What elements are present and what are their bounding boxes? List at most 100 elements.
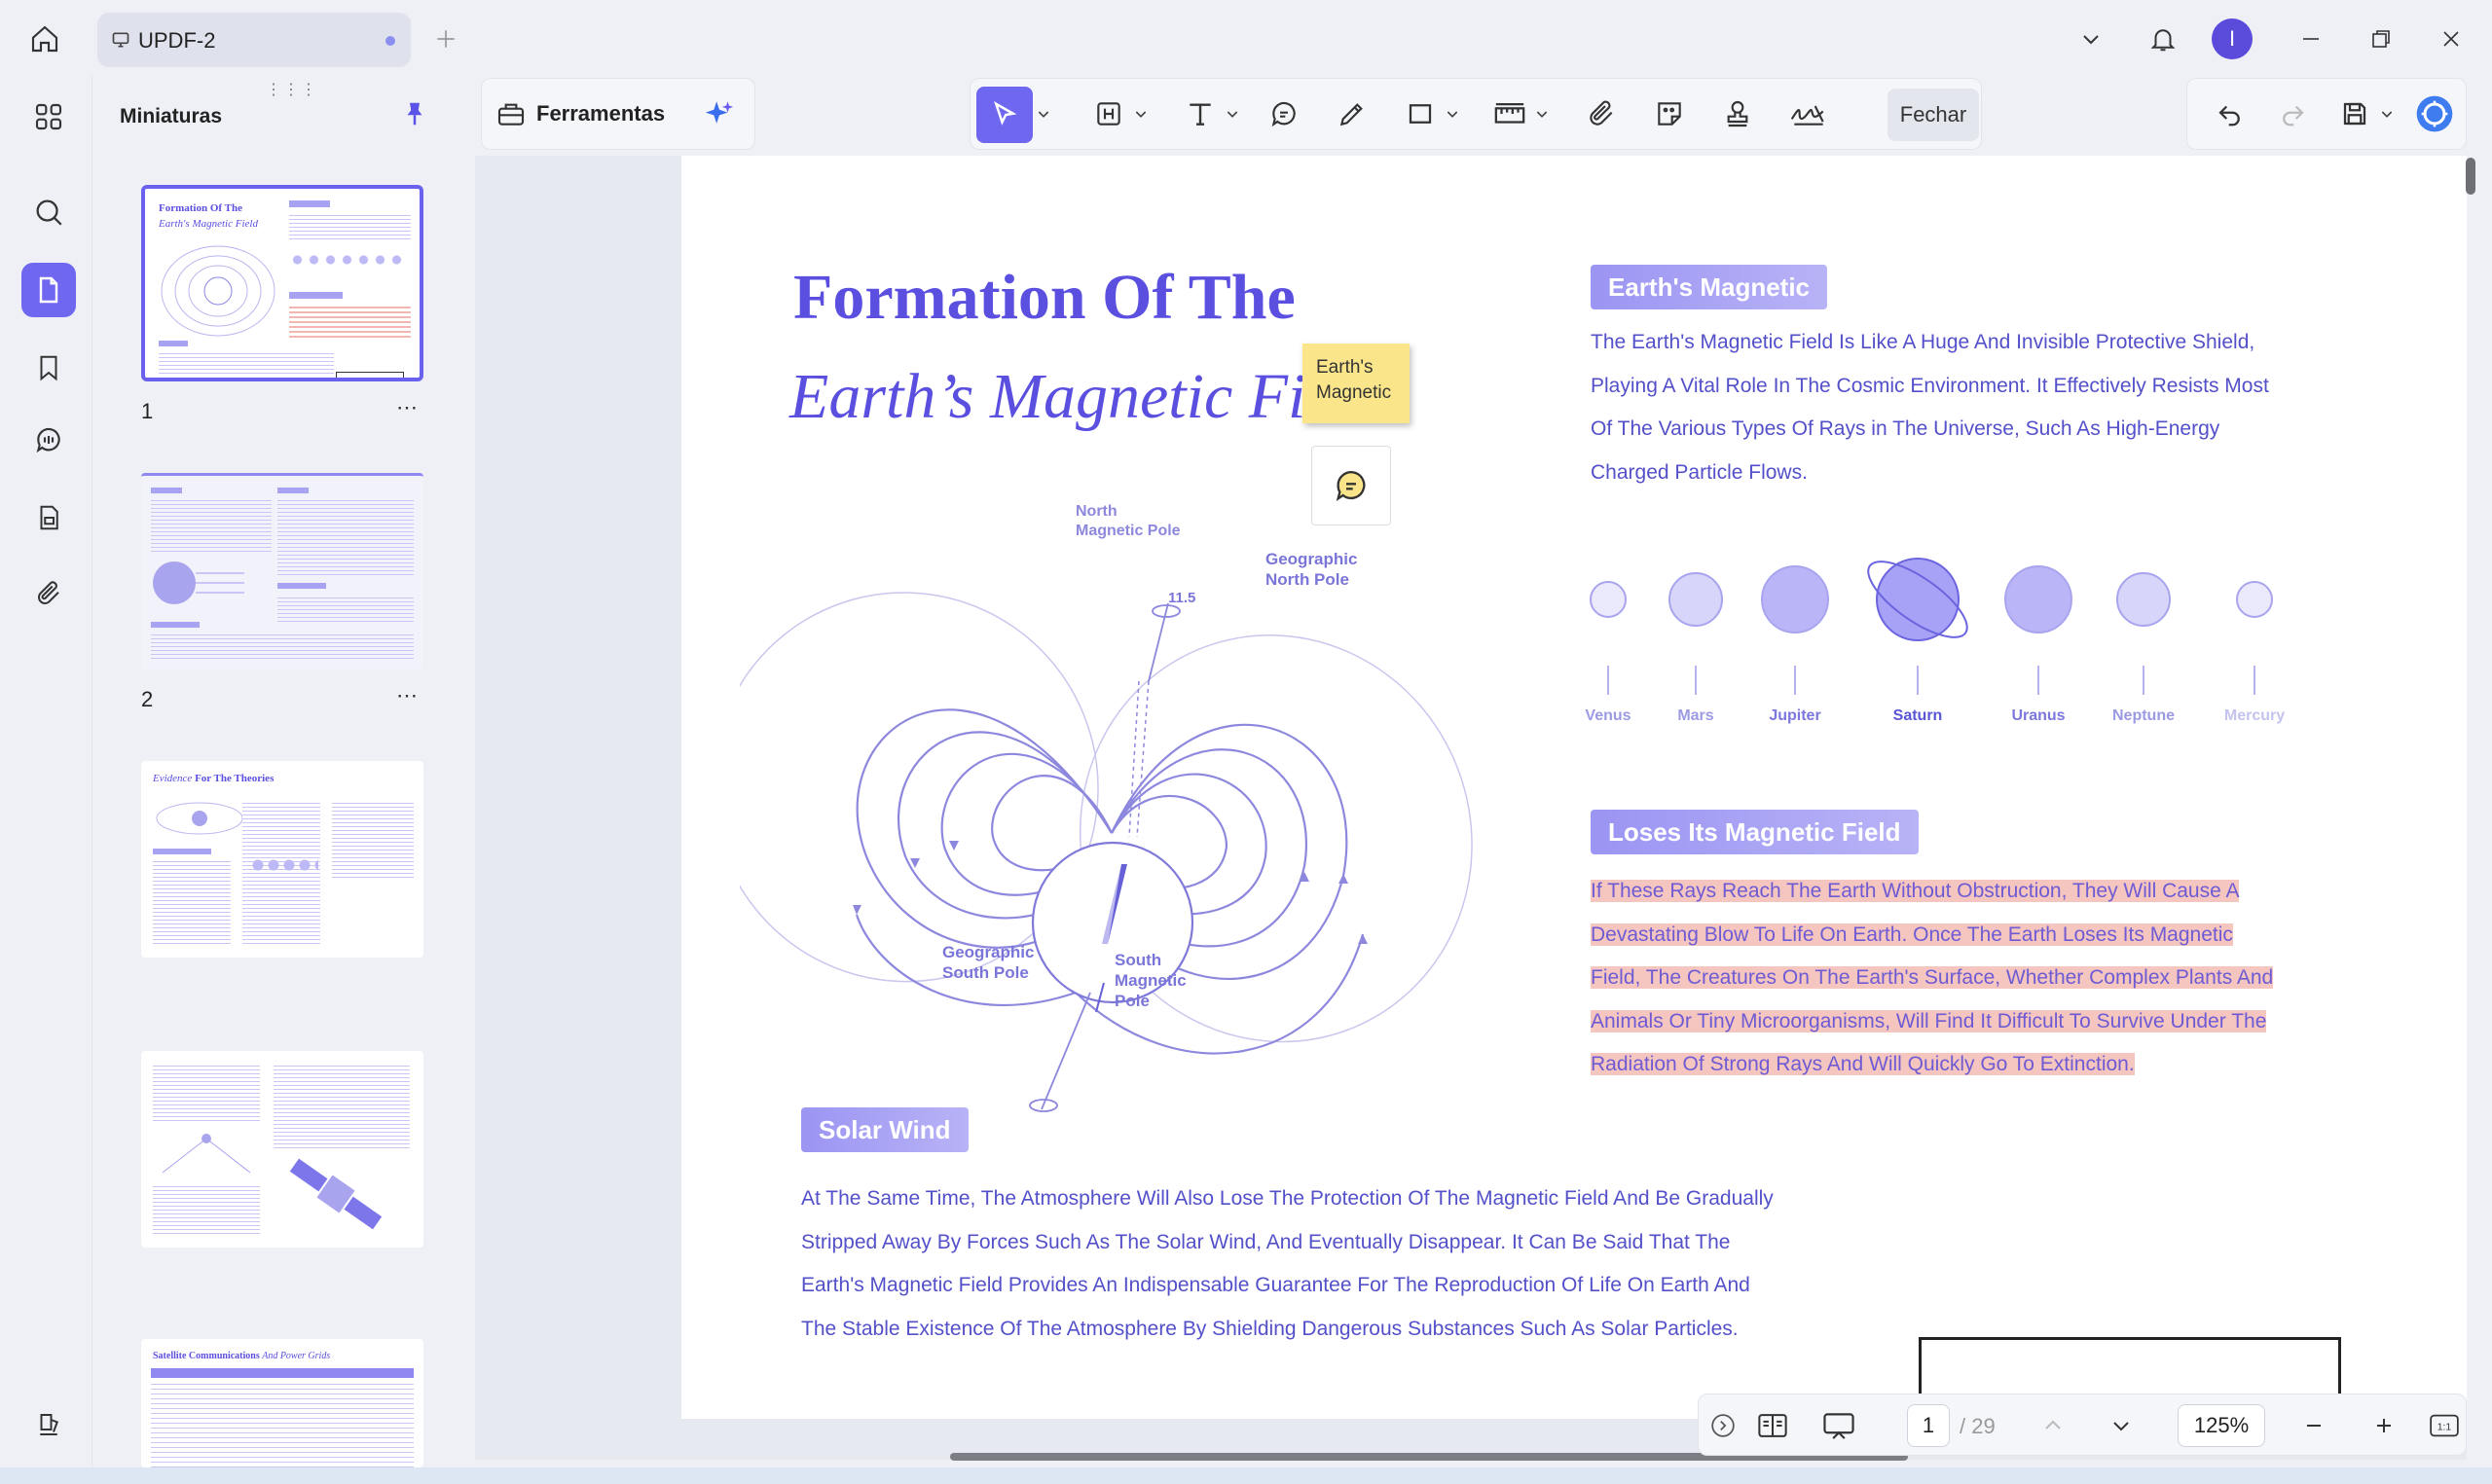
actual-size-icon[interactable]: 1:1 [2425,1406,2464,1445]
presentation-icon[interactable] [1817,1406,1860,1445]
thumb-text [151,497,272,552]
thumb-tag [151,622,200,628]
drag-handle[interactable]: ⋮⋮⋮ [266,80,318,99]
thumb-text [153,1063,260,1121]
thumbnail-page-1[interactable]: Formation Of The Earth's Magnetic Field [141,185,423,381]
comment-list-icon[interactable] [21,413,76,467]
planet-label-mars: Mars [1677,707,1714,724]
pages-icon[interactable] [21,263,76,317]
planet-label-neptune: Neptune [2112,707,2175,724]
next-page-icon[interactable] [2102,1406,2141,1445]
thumbnail-page-3[interactable]: Evidence For The Theories [141,761,423,958]
label-angle: 11.5 [1168,590,1196,606]
highlight-tool-icon[interactable] [1087,92,1130,135]
thumbnail-page-2[interactable] [141,473,423,670]
measure-tool-icon[interactable] [1488,92,1531,135]
magnetic-field-diagram [740,592,1473,1112]
apps-icon[interactable] [21,90,76,144]
close-window-icon[interactable] [2434,21,2469,56]
chevron-down-icon[interactable] [2376,92,2398,135]
attach-file-icon[interactable] [1580,92,1623,135]
tools-button[interactable]: Ferramentas [495,92,680,135]
thumb-diagram [153,561,244,604]
thumbnail-page-5[interactable]: Satellite Communications And Power Grids [141,1339,423,1467]
thumb-text [277,497,414,575]
thumb-table-header [151,1368,414,1378]
thumb-planets [289,253,406,267]
text-tool-icon[interactable] [1179,92,1222,135]
thumb-text [242,800,320,946]
chevron-down-icon[interactable] [1130,92,1152,135]
pdf-page[interactable]: Formation Of The Earth’s Magnetic Field [681,156,2467,1454]
stamp-icon[interactable] [1716,92,1759,135]
thumb-title: Satellite Communications And Power Grids [153,1351,331,1361]
thumb-more-icon[interactable]: ⋯ [396,683,419,708]
bookmark-icon[interactable] [21,341,76,395]
redo-icon[interactable] [2271,92,2314,135]
sticky-note[interactable]: Earth's Magnetic [1302,344,1410,423]
thumb-text [151,632,414,661]
attachment-icon[interactable] [21,566,76,621]
chevron-down-icon[interactable] [1222,92,1243,135]
zoom-level[interactable]: 125% [2178,1404,2265,1447]
label-geographic-north-pole: Geographic North Pole [1265,550,1358,589]
thumb-title: Formation Of The [159,202,242,214]
thumb-highlight [289,304,411,339]
thumbnails-panel: ⋮⋮⋮ Miniaturas Formation Of The Earth's … [92,76,473,1467]
thumb-tag [289,200,330,207]
rectangle-tool-icon[interactable] [1399,92,1442,135]
tools-group: Ferramentas [481,78,755,150]
save-icon[interactable] [2333,92,2376,135]
previous-page-icon[interactable] [2034,1406,2072,1445]
page-layout-icon[interactable] [1751,1406,1794,1445]
pin-icon[interactable] [400,97,429,130]
toolbox-icon [497,103,525,126]
thumb-tag [277,488,309,493]
close-edit-button[interactable]: Fechar [1887,89,1979,141]
thumbnail-page-4[interactable] [141,1051,423,1248]
thumb-subtitle: Earth's Magnetic Field [159,218,258,230]
signature-icon[interactable] [1784,92,1833,135]
ai-sparkle-icon[interactable] [698,92,741,135]
home-icon[interactable] [25,19,64,58]
page-controls: 1 / 29 125% 1:1 [1698,1394,2467,1456]
section3-text: At The Same Time, The Atmosphere Will Al… [801,1187,1774,1340]
thumb-box [336,372,404,378]
select-tool-button[interactable] [976,87,1033,143]
chevron-down-icon[interactable] [1531,92,1553,135]
comment-tool-icon[interactable] [1263,92,1305,135]
thumb-text [277,595,414,624]
minimize-icon[interactable] [2293,21,2328,56]
avatar[interactable]: I [2212,18,2253,59]
history-toolbar [2186,78,2467,150]
chevron-down-icon[interactable] [1033,92,1054,135]
collapse-arrow-icon[interactable] [1708,1406,1738,1445]
new-tab-plus-icon[interactable] [428,21,463,56]
form-icon[interactable] [21,490,76,545]
vertical-scrollbar[interactable] [2466,158,2475,195]
thumb-table [151,1380,414,1467]
document-viewport[interactable]: Formation Of The Earth’s Magnetic Field [475,156,2467,1460]
bell-icon[interactable] [2144,19,2182,58]
zoom-in-icon[interactable] [2364,1406,2403,1445]
thumb-diagram [162,1134,251,1174]
document-tab[interactable]: UPDF-2 [97,13,411,67]
planet-label-jupiter: Jupiter [1769,707,1821,724]
search-icon[interactable] [21,185,76,239]
restore-icon[interactable] [2364,21,2399,56]
panel-title: Miniaturas [120,105,223,127]
thumb-tag [151,488,182,493]
pen-tool-icon[interactable] [1331,92,1374,135]
zoom-out-icon[interactable] [2294,1406,2333,1445]
section1-text: The Earth's Magnetic Field Is Like A Hug… [1591,331,2269,484]
undo-icon[interactable] [2209,92,2252,135]
chevron-down-icon[interactable] [2073,21,2108,56]
ai-assistant-icon[interactable] [2413,92,2456,135]
theme-icon[interactable] [21,1397,76,1452]
chevron-down-icon[interactable] [1442,92,1463,135]
comment-icon[interactable] [1311,446,1391,525]
page-number-input[interactable]: 1 [1907,1404,1950,1447]
thumb-more-icon[interactable]: ⋯ [396,395,419,420]
planets-row [1590,558,2273,695]
sticker-icon[interactable] [1648,92,1691,135]
